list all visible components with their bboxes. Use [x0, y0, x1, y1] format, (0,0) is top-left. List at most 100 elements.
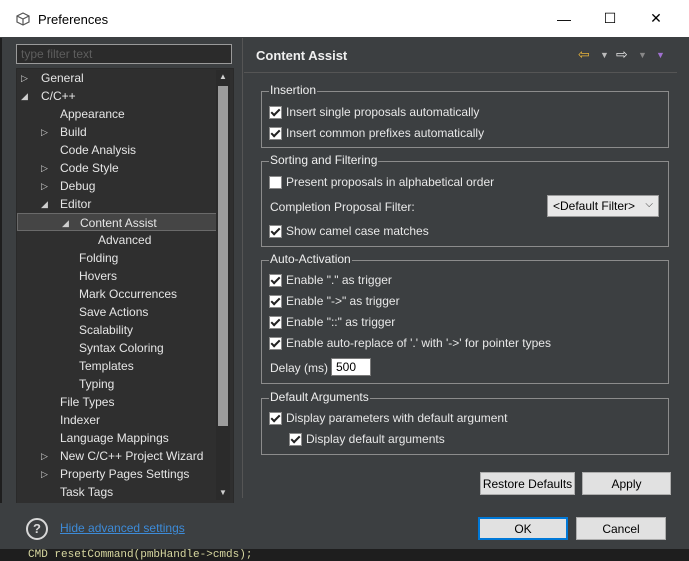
checkbox-label: Insert single proposals automatically — [286, 105, 480, 119]
alphabetical-order-checkbox[interactable]: Present proposals in alphabetical order — [269, 175, 494, 189]
insert-single-checkbox[interactable]: Insert single proposals automatically — [269, 105, 479, 119]
tree-item[interactable]: Appearance — [17, 105, 217, 123]
expand-arrow-icon[interactable]: ▷ — [41, 159, 53, 177]
filter-field[interactable] — [16, 44, 232, 64]
tree-item[interactable]: ▷ Debug — [17, 177, 217, 195]
checkbox-label: Enable "->" as trigger — [286, 294, 400, 308]
auto-replace-checkbox[interactable]: Enable auto-replace of '.' with '->' for… — [269, 336, 551, 350]
tree-item[interactable]: ▷ Property Pages Settings — [17, 465, 217, 483]
checkbox-icon[interactable] — [269, 175, 282, 189]
scroll-down-icon[interactable]: ▼ — [216, 486, 230, 500]
tree-item-label: Folding — [79, 251, 119, 265]
tree-item[interactable]: Scalability — [17, 321, 217, 339]
forward-dropdown-icon[interactable]: ▼ — [638, 50, 647, 60]
tree-item[interactable]: Indexer — [17, 411, 217, 429]
tree-item-label: Appearance — [60, 107, 125, 121]
sash-divider[interactable] — [242, 38, 243, 498]
tree-item-label: Hovers — [79, 269, 118, 283]
insert-common-prefixes-checkbox[interactable]: Insert common prefixes automatically — [269, 126, 484, 140]
help-icon[interactable]: ? — [26, 518, 48, 540]
eclipse-app-icon — [16, 12, 30, 26]
apply-button[interactable]: Apply — [582, 472, 671, 495]
tree-item-label: C/C++ — [41, 89, 76, 103]
tree-item-label: Editor — [60, 197, 92, 211]
forward-arrow-icon[interactable]: ⇨ — [616, 46, 628, 63]
checkbox-icon[interactable] — [269, 105, 282, 119]
checkbox-label: Enable "." as trigger — [286, 273, 392, 287]
checkbox-icon[interactable] — [269, 294, 282, 308]
background-editor-gutter — [0, 38, 2, 548]
ok-button[interactable]: OK — [478, 517, 568, 540]
tree-item-label: Templates — [79, 359, 134, 373]
tree-item[interactable]: Save Actions — [17, 303, 217, 321]
display-parameters-checkbox[interactable]: Display parameters with default argument — [269, 411, 507, 425]
scroll-up-icon[interactable]: ▲ — [216, 70, 230, 84]
arrow-trigger-checkbox[interactable]: Enable "->" as trigger — [269, 294, 400, 308]
close-button[interactable]: ✕ — [633, 0, 679, 37]
tree-item[interactable]: Mark Occurrences — [17, 285, 217, 303]
tree-item[interactable]: ▷ Code Style — [17, 159, 217, 177]
checkbox-icon[interactable] — [269, 336, 282, 350]
collapse-arrow-icon[interactable]: ◢ — [41, 195, 53, 213]
maximize-button[interactable]: ☐ — [587, 0, 633, 37]
tree-scrollbar[interactable]: ▲ ▼ — [216, 70, 230, 500]
tree-item[interactable]: Syntax Coloring — [17, 339, 217, 357]
tree-item-label: General — [41, 71, 84, 85]
tree-item[interactable]: ▷ General — [17, 69, 217, 87]
tree-item[interactable]: Advanced — [17, 231, 217, 249]
checkbox-label: Display default arguments — [306, 432, 445, 446]
cancel-button[interactable]: Cancel — [576, 517, 666, 540]
scope-trigger-checkbox[interactable]: Enable "::" as trigger — [269, 315, 395, 329]
filter-input[interactable] — [17, 45, 231, 63]
collapse-arrow-icon[interactable]: ◢ — [21, 87, 33, 105]
sorting-group-title: Sorting and Filtering — [269, 153, 379, 167]
back-dropdown-icon[interactable]: ▼ — [600, 50, 609, 60]
checkbox-icon[interactable] — [269, 273, 282, 287]
checkbox-icon[interactable] — [269, 315, 282, 329]
tree-item[interactable]: File Types — [17, 393, 217, 411]
display-default-arguments-checkbox[interactable]: Display default arguments — [289, 432, 445, 446]
preferences-dialog: Preferences — ☐ ✕ ▷ General ◢ C/C++ Appearan… — [0, 0, 689, 561]
expand-arrow-icon[interactable]: ▷ — [41, 465, 53, 483]
tree-item[interactable]: Hovers — [17, 267, 217, 285]
dot-trigger-checkbox[interactable]: Enable "." as trigger — [269, 273, 392, 287]
scroll-thumb[interactable] — [218, 86, 228, 426]
expand-arrow-icon[interactable]: ▷ — [41, 447, 53, 465]
tree-item-label: Syntax Coloring — [79, 341, 164, 355]
tree-item[interactable]: ◢ Content Assist — [17, 213, 217, 231]
restore-defaults-button[interactable]: Restore Defaults — [480, 472, 575, 495]
collapse-arrow-icon[interactable]: ◢ — [62, 214, 74, 232]
view-menu-icon[interactable]: ▼ — [656, 50, 665, 60]
tree-item[interactable]: Task Tags — [17, 483, 217, 501]
insertion-group-title: Insertion — [269, 83, 318, 97]
checkbox-icon[interactable] — [269, 224, 282, 238]
tree-item[interactable]: ◢ Editor — [17, 195, 217, 213]
back-arrow-icon[interactable]: ⇦ — [578, 46, 590, 63]
tree-item[interactable]: ◢ C/C++ — [17, 87, 217, 105]
proposal-filter-select[interactable]: <Default Filter> ⌵ — [547, 195, 659, 217]
camel-case-checkbox[interactable]: Show camel case matches — [269, 224, 429, 238]
tree-item-label: Typing — [79, 377, 115, 391]
tree-item-label: Build — [60, 125, 87, 139]
tree-item[interactable]: Language Mappings — [17, 429, 217, 447]
tree-item[interactable]: Folding — [17, 249, 217, 267]
tree-item[interactable]: Code Analysis — [17, 141, 217, 159]
checkbox-icon[interactable] — [269, 126, 282, 140]
expand-arrow-icon[interactable]: ▷ — [21, 69, 33, 87]
expand-arrow-icon[interactable]: ▷ — [41, 177, 53, 195]
minimize-button[interactable]: — — [541, 0, 587, 37]
tree-item[interactable]: ▷ New C/C++ Project Wizard — [17, 447, 217, 465]
tree-item-label: Debug — [60, 179, 96, 193]
tree-item[interactable]: Typing — [17, 375, 217, 393]
checkbox-icon[interactable] — [269, 411, 282, 425]
title-bar: Preferences — ☐ ✕ — [0, 0, 689, 37]
expand-arrow-icon[interactable]: ▷ — [41, 123, 53, 141]
hide-advanced-settings-link[interactable]: Hide advanced settings — [60, 521, 185, 535]
tree-item-label: Content Assist — [80, 216, 157, 230]
page-header: Content Assist ⇦ ▼ ⇨ ▼ ▼ — [244, 38, 677, 73]
checkbox-icon[interactable] — [289, 432, 302, 446]
tree-item[interactable]: Templates — [17, 357, 217, 375]
tree-item[interactable]: ▷ Build — [17, 123, 217, 141]
preference-tree[interactable]: ▷ General ◢ C/C++ Appearance ▷ Build Code Analy… — [16, 68, 234, 504]
delay-input[interactable]: 500 — [331, 358, 371, 376]
